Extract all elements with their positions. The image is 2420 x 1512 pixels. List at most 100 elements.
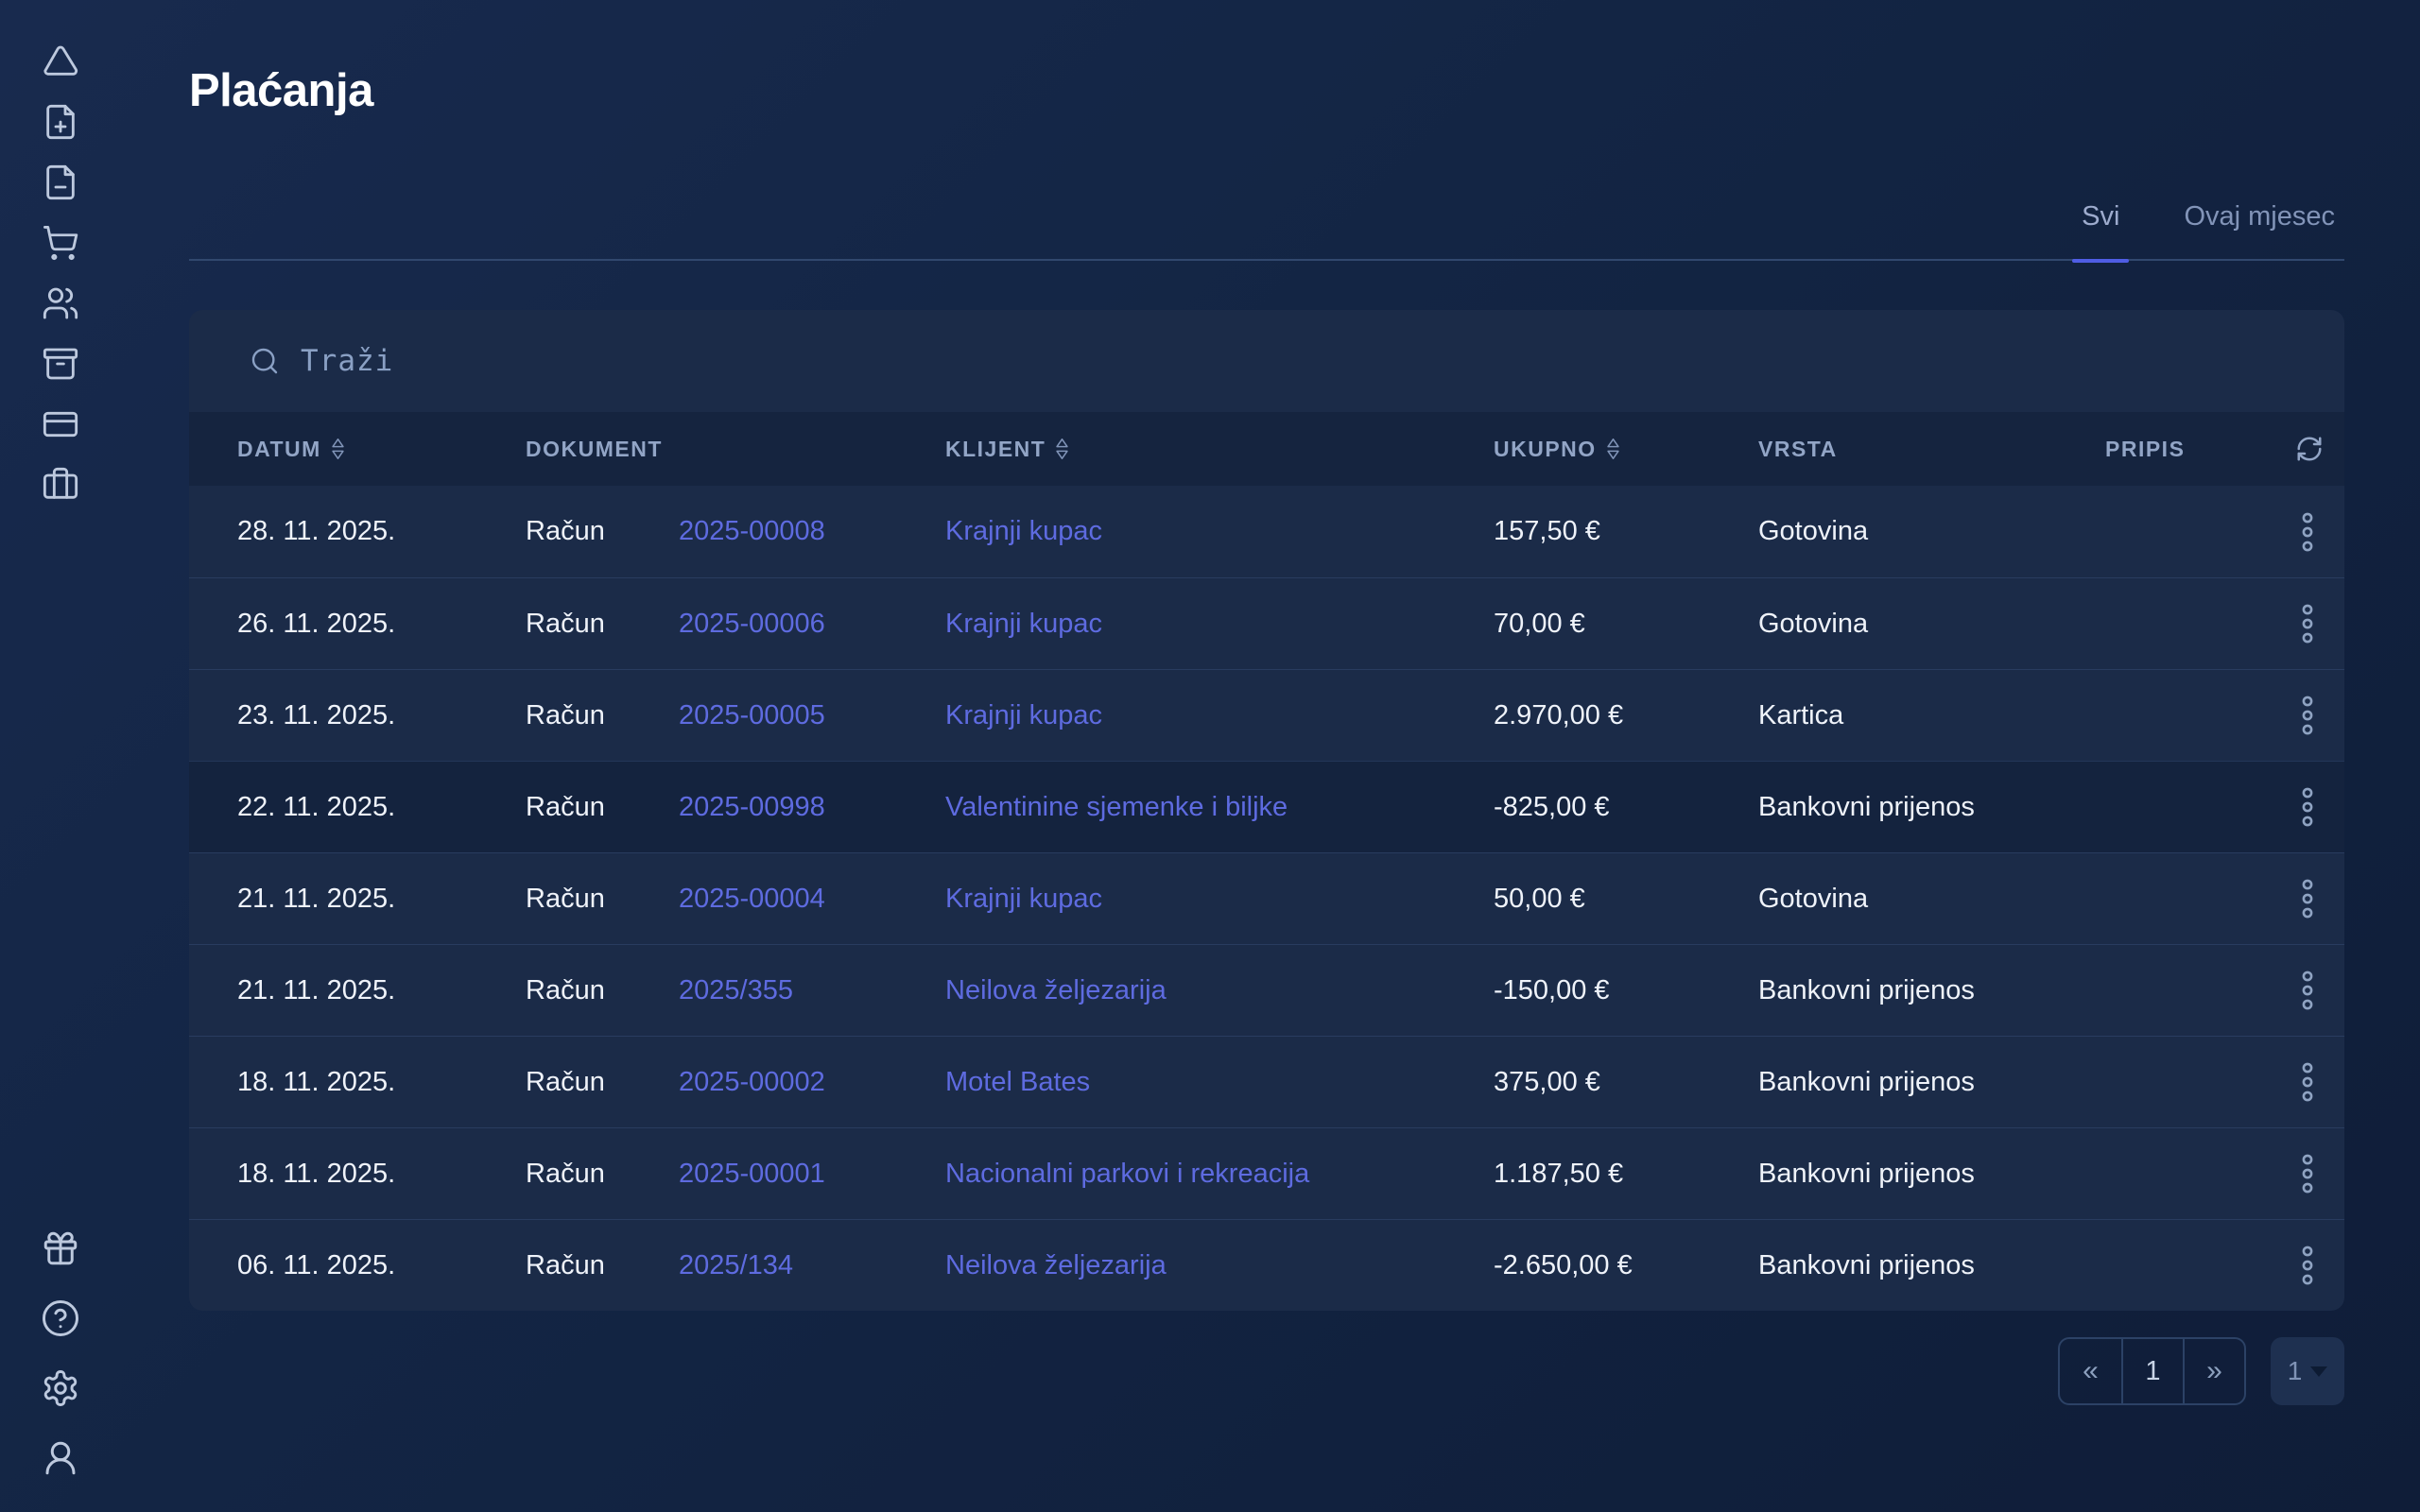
column-label-ukupno: UKUPNO	[1494, 437, 1597, 462]
tab-bar: Svi Ovaj mjesec	[189, 117, 2344, 261]
table-row: 06. 11. 2025. Račun 2025/134 Neilova žel…	[189, 1219, 2344, 1311]
sidebar-item-products[interactable]	[40, 223, 81, 263]
column-header-klijent[interactable]: KLIJENT	[945, 437, 1494, 462]
cell-datum: 28. 11. 2025.	[237, 516, 526, 547]
client-link[interactable]: Krajnji kupac	[945, 609, 1102, 639]
cell-klijent: Krajnji kupac	[945, 609, 1494, 640]
cell-dokument-broj: 2025/355	[679, 975, 945, 1006]
tab-svi[interactable]: Svi	[2072, 201, 2129, 232]
pager-prev-button[interactable]: «	[2060, 1339, 2121, 1403]
row-menu-button[interactable]	[2288, 1054, 2327, 1110]
pager-next-button[interactable]: »	[2183, 1339, 2244, 1403]
sidebar-item-business[interactable]	[40, 465, 81, 505]
sidebar-item-archive[interactable]	[40, 344, 81, 384]
triangle-icon	[42, 43, 79, 80]
client-link[interactable]: Neilova željezarija	[945, 1250, 1167, 1280]
table-body: 28. 11. 2025. Račun 2025-00008 Krajnji k…	[189, 486, 2344, 1311]
table-row: 21. 11. 2025. Račun 2025-00004 Krajnji k…	[189, 852, 2344, 944]
search-icon	[250, 346, 280, 376]
table-header: DATUM DOKUMENT KLIJENT UKUPNO VRSTA PRIP…	[189, 412, 2344, 486]
cell-klijent: Krajnji kupac	[945, 884, 1494, 915]
tab-ovaj-mjesec[interactable]: Ovaj mjesec	[2174, 201, 2344, 232]
document-link[interactable]: 2025-00006	[679, 609, 825, 639]
document-link[interactable]: 2025-00004	[679, 884, 825, 914]
document-link[interactable]: 2025-00998	[679, 792, 825, 822]
row-menu-button[interactable]	[2288, 1145, 2327, 1202]
client-link[interactable]: Motel Bates	[945, 1067, 1090, 1097]
cell-dokument-tip: Račun	[526, 792, 679, 823]
sidebar-item-settings[interactable]	[40, 1368, 81, 1408]
cell-dokument-tip: Račun	[526, 516, 679, 547]
row-menu-button[interactable]	[2288, 962, 2327, 1019]
row-menu-button[interactable]	[2288, 687, 2327, 744]
row-menu-button[interactable]	[2288, 504, 2327, 560]
sidebar-item-new-document[interactable]	[40, 102, 81, 142]
client-link[interactable]: Neilova željezarija	[945, 975, 1167, 1005]
document-link[interactable]: 2025-00008	[679, 516, 825, 546]
cell-klijent: Krajnji kupac	[945, 700, 1494, 731]
cell-ukupno: -2.650,00 €	[1494, 1250, 1758, 1281]
search-input[interactable]	[301, 344, 2344, 378]
client-link[interactable]: Krajnji kupac	[945, 884, 1102, 914]
kebab-menu-icon	[2299, 1245, 2316, 1286]
cell-dokument-tip: Račun	[526, 884, 679, 915]
cell-klijent: Neilova željezarija	[945, 975, 1494, 1006]
cell-datum: 21. 11. 2025.	[237, 975, 526, 1006]
cell-ukupno: 1.187,50 €	[1494, 1159, 1758, 1190]
table-row: 28. 11. 2025. Račun 2025-00008 Krajnji k…	[189, 486, 2344, 577]
row-menu-button[interactable]	[2288, 595, 2327, 652]
main-content: Plaćanja Svi Ovaj mjesec DATUM DOKUMENT …	[189, 0, 2344, 1405]
client-link[interactable]: Nacionalni parkovi i rekreacija	[945, 1159, 1309, 1189]
page-size-value: 1	[2288, 1356, 2303, 1386]
row-menu-button[interactable]	[2288, 870, 2327, 927]
cell-vrsta: Gotovina	[1758, 516, 2105, 547]
gear-icon	[41, 1368, 80, 1408]
briefcase-icon	[42, 466, 79, 504]
document-link[interactable]: 2025/355	[679, 975, 793, 1005]
column-header-datum[interactable]: DATUM	[237, 437, 526, 462]
cell-dokument-tip: Račun	[526, 1159, 679, 1190]
cell-dokument-broj: 2025-00004	[679, 884, 945, 915]
column-label-pripis: PRIPIS	[2105, 437, 2185, 462]
user-icon	[41, 1438, 80, 1478]
document-link[interactable]: 2025/134	[679, 1250, 793, 1280]
cell-datum: 18. 11. 2025.	[237, 1159, 526, 1190]
cell-dokument-broj: 2025-00001	[679, 1159, 945, 1190]
document-link[interactable]: 2025-00005	[679, 700, 825, 730]
sidebar-item-logo[interactable]	[40, 42, 81, 81]
document-link[interactable]: 2025-00001	[679, 1159, 825, 1189]
sidebar-item-documents[interactable]	[40, 163, 81, 202]
cell-datum: 21. 11. 2025.	[237, 884, 526, 915]
cell-vrsta: Gotovina	[1758, 609, 2105, 640]
row-menu-button[interactable]	[2288, 1237, 2327, 1294]
client-link[interactable]: Valentinine sjemenke i biljke	[945, 792, 1288, 822]
cell-actions	[2288, 504, 2344, 560]
cell-dokument-tip: Račun	[526, 1250, 679, 1281]
sidebar-item-rewards[interactable]	[40, 1228, 81, 1268]
column-label-dokument: DOKUMENT	[526, 437, 663, 462]
cell-ukupno: 70,00 €	[1494, 609, 1758, 640]
sidebar-item-help[interactable]	[40, 1298, 81, 1338]
client-link[interactable]: Krajnji kupac	[945, 700, 1102, 730]
client-link[interactable]: Krajnji kupac	[945, 516, 1102, 546]
table-row: 18. 11. 2025. Račun 2025-00002 Motel Bat…	[189, 1036, 2344, 1127]
document-link[interactable]: 2025-00002	[679, 1067, 825, 1097]
cell-ukupno: -825,00 €	[1494, 792, 1758, 823]
pager-current-page[interactable]: 1	[2121, 1339, 2183, 1403]
cell-datum: 26. 11. 2025.	[237, 609, 526, 640]
cell-dokument-broj: 2025-00005	[679, 700, 945, 731]
sidebar-item-clients[interactable]	[40, 284, 81, 323]
sort-icon	[1055, 438, 1069, 460]
table-row: 21. 11. 2025. Račun 2025/355 Neilova žel…	[189, 944, 2344, 1036]
page-size-dropdown[interactable]: 1	[2271, 1337, 2344, 1405]
cell-klijent: Krajnji kupac	[945, 516, 1494, 547]
sidebar-item-payments[interactable]	[40, 404, 81, 444]
row-menu-button[interactable]	[2288, 779, 2327, 835]
sidebar-item-profile[interactable]	[40, 1438, 81, 1478]
kebab-menu-icon	[2299, 695, 2316, 736]
refresh-button[interactable]	[2295, 435, 2324, 463]
column-header-vrsta: VRSTA	[1758, 437, 2105, 462]
column-header-ukupno[interactable]: UKUPNO	[1494, 437, 1758, 462]
cell-vrsta: Bankovni prijenos	[1758, 1159, 2105, 1190]
cell-dokument-broj: 2025-00008	[679, 516, 945, 547]
